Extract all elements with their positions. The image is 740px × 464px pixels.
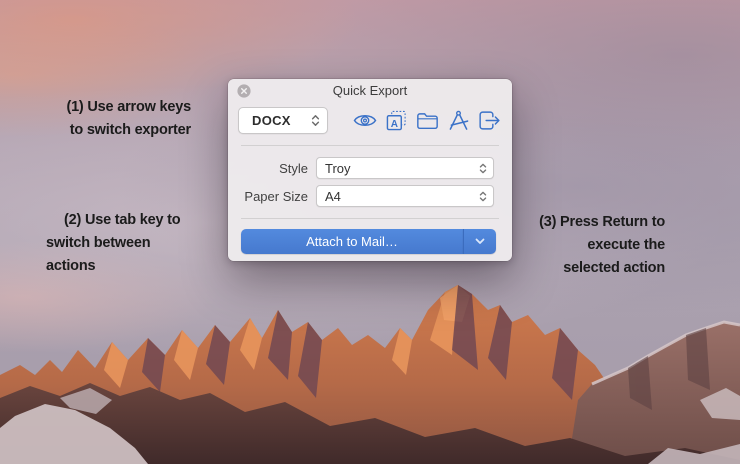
paper-size-row: Paper Size A4 bbox=[228, 185, 494, 207]
style-select[interactable]: Troy bbox=[316, 157, 494, 179]
annotation-line: (1) Use arrow keys bbox=[66, 99, 191, 115]
folder-icon bbox=[416, 112, 438, 129]
titlebar: Quick Export bbox=[228, 79, 512, 103]
boxed-a-icon: A bbox=[386, 110, 406, 131]
separator bbox=[241, 145, 499, 146]
eye-icon bbox=[353, 115, 377, 126]
annotation-switch-actions: (2) Use tab key to switch between action… bbox=[46, 209, 216, 278]
svg-text:A: A bbox=[390, 119, 397, 130]
separator bbox=[241, 218, 499, 219]
annotation-line: actions bbox=[46, 258, 96, 274]
quick-export-window: Quick Export DOCX A Style Troy Paper Siz… bbox=[228, 79, 512, 261]
annotation-line: to switch exporter bbox=[69, 122, 191, 138]
share-button[interactable] bbox=[477, 109, 501, 133]
style-value: Troy bbox=[325, 160, 351, 176]
desktop: (1) Use arrow keys to switch exporter (2… bbox=[0, 0, 740, 464]
action-row: Attach to Mail… bbox=[241, 229, 496, 254]
drafting-a-icon bbox=[449, 110, 468, 130]
export-toolbar: A bbox=[353, 108, 501, 133]
annotation-switch-exporter: (1) Use arrow keys to switch exporter bbox=[28, 96, 191, 142]
export-arrow-icon bbox=[478, 111, 500, 130]
attach-to-mail-button[interactable]: Attach to Mail… bbox=[241, 229, 463, 254]
exporter-row: DOCX A bbox=[238, 107, 501, 134]
stepper-chevrons-icon bbox=[479, 191, 487, 201]
wallpaper-mountains bbox=[0, 285, 740, 464]
chevron-down-icon bbox=[475, 238, 485, 244]
preview-button[interactable] bbox=[353, 109, 377, 133]
annotation-line: (2) Use tab key to bbox=[64, 212, 181, 228]
paper-size-label: Paper Size bbox=[244, 188, 308, 204]
annotation-line: switch between bbox=[46, 235, 151, 251]
open-in-app-button[interactable] bbox=[446, 109, 470, 133]
save-to-folder-button[interactable] bbox=[415, 109, 439, 133]
text-preview-button[interactable]: A bbox=[384, 109, 408, 133]
exporter-value: DOCX bbox=[252, 113, 291, 128]
action-dropdown-toggle[interactable] bbox=[463, 229, 496, 254]
stepper-chevrons-icon bbox=[479, 163, 487, 173]
style-row: Style Troy bbox=[228, 157, 494, 179]
exporter-select[interactable]: DOCX bbox=[238, 107, 328, 134]
stepper-chevrons-icon bbox=[311, 115, 320, 126]
style-label: Style bbox=[279, 160, 308, 176]
paper-size-value: A4 bbox=[325, 188, 341, 204]
paper-size-select[interactable]: A4 bbox=[316, 185, 494, 207]
window-title: Quick Export bbox=[332, 83, 408, 98]
